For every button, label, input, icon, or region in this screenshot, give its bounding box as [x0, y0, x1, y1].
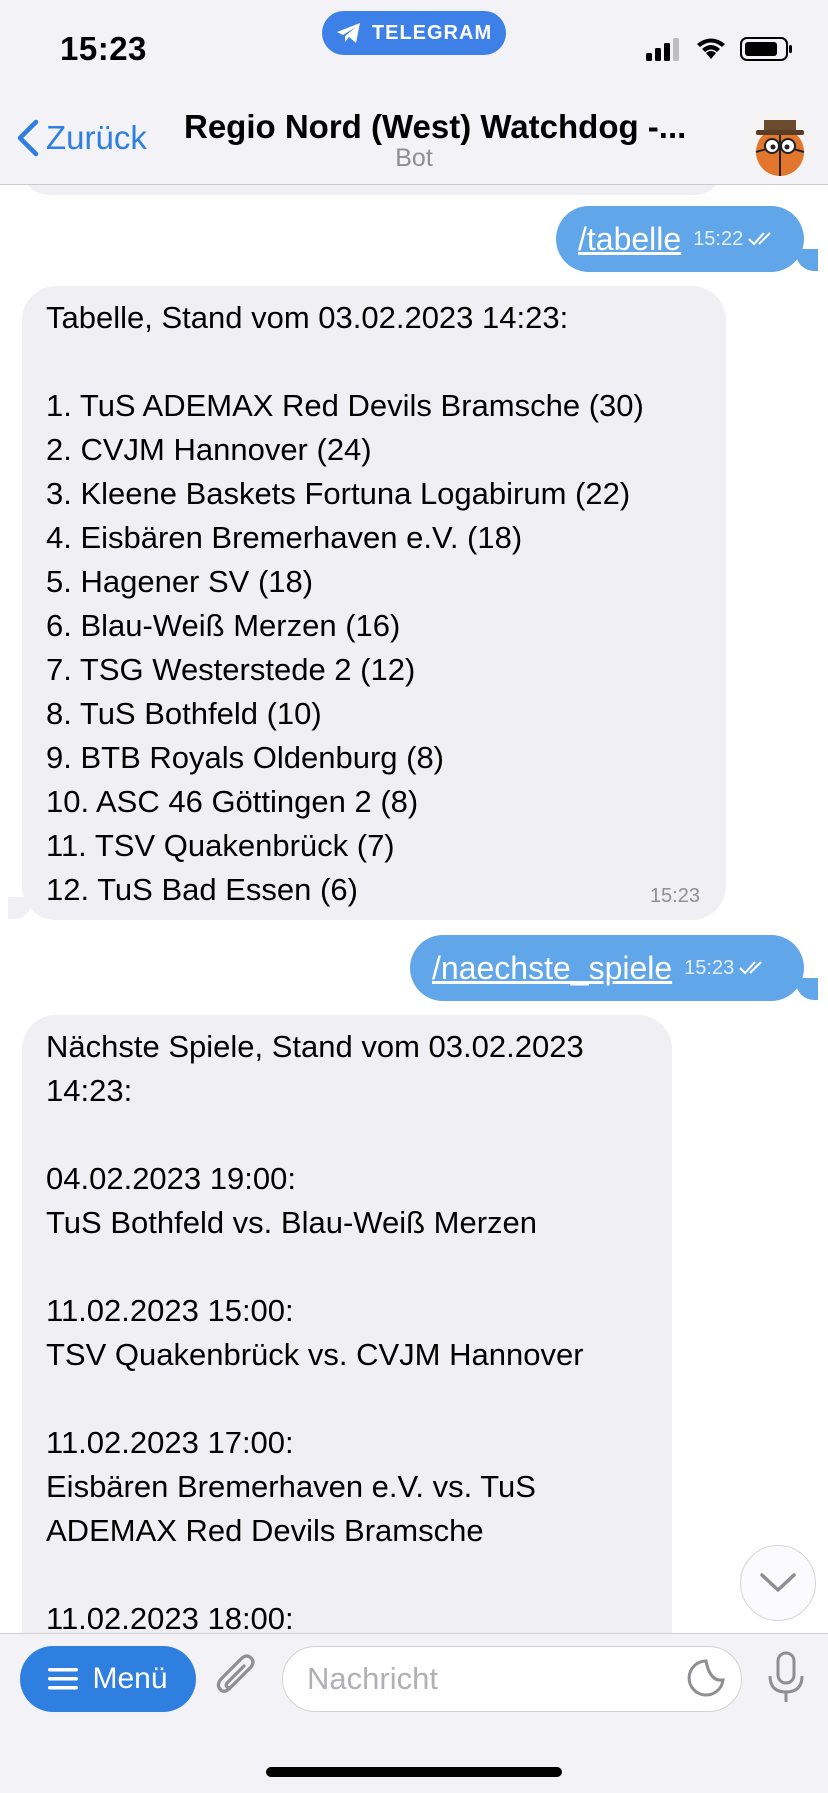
- message-line: 11. TSV Quakenbrück (7): [46, 828, 395, 863]
- chevron-down-icon: [760, 1573, 796, 1592]
- status-icons: [646, 36, 794, 62]
- back-button[interactable]: Zurück: [14, 118, 147, 158]
- chat-messages[interactable]: /tabelle 15:22 Tabelle, Stand vom 03.02.…: [0, 185, 828, 1633]
- message-input[interactable]: [282, 1646, 742, 1712]
- status-time: 15:23: [60, 30, 147, 67]
- message-line: 10. ASC 46 Göttingen 2 (8): [46, 784, 419, 819]
- message-line: 8. TuS Bothfeld (10): [46, 696, 322, 731]
- message-line: 2. CVJM Hannover (24): [46, 432, 372, 467]
- message-line: 04.02.2023 19:00:: [46, 1161, 296, 1196]
- menu-button[interactable]: Menü: [20, 1646, 196, 1712]
- double-check-icon: [739, 961, 762, 975]
- battery-icon: [740, 37, 792, 61]
- chat-header: Zurück Regio Nord (West) Watchdog -... B…: [0, 100, 828, 185]
- detective-basketball-avatar-icon: [755, 120, 805, 176]
- back-label: Zurück: [46, 119, 147, 156]
- menu-label: Menü: [92, 1662, 168, 1695]
- message-line: Tabelle, Stand vom 03.02.2023 14:23:: [46, 300, 569, 335]
- message-line: 11.02.2023 15:00:: [46, 1293, 294, 1328]
- home-indicator: [266, 1767, 562, 1777]
- double-check-icon: [748, 232, 771, 246]
- command-link[interactable]: /tabelle: [578, 221, 681, 258]
- telegram-logo-icon: [336, 23, 360, 43]
- bubble-tail: [8, 897, 32, 919]
- chevron-left-icon: [17, 119, 39, 157]
- status-bar: 15:23 TELEGRAM: [0, 0, 828, 100]
- message-meta: 15:22: [693, 228, 777, 251]
- message-line: 6. Blau-Weiß Merzen (16): [46, 608, 401, 643]
- message-line: TSV Quakenbrück vs. CVJM Hannover: [46, 1337, 584, 1372]
- message-line: 4. Eisbären Bremerhaven e.V. (18): [46, 520, 523, 555]
- message-line: ADEMAX Red Devils Bramsche: [46, 1513, 484, 1548]
- paperclip-icon[interactable]: [214, 1654, 260, 1704]
- message-meta: 15:23: [684, 957, 768, 980]
- message-line: 7. TSG Westerstede 2 (12): [46, 652, 416, 687]
- incoming-message-games[interactable]: Nächste Spiele, Stand vom 03.02.2023 14:…: [22, 1015, 672, 1633]
- previous-message-bubble: [20, 185, 724, 195]
- signal-icon: [646, 38, 679, 61]
- message-line: 9. BTB Royals Oldenburg (8): [46, 740, 445, 775]
- message-line: 3. Kleene Baskets Fortuna Logabirum (22): [46, 476, 631, 511]
- telegram-banner[interactable]: TELEGRAM: [322, 11, 506, 55]
- incoming-message-table[interactable]: Tabelle, Stand vom 03.02.2023 14:23: 1. …: [22, 286, 726, 920]
- wifi-icon: [697, 38, 725, 59]
- message-line: [46, 1377, 650, 1421]
- chat-subtitle: Bot: [395, 144, 433, 172]
- message-line: TuS Bothfeld vs. Blau-Weiß Merzen: [46, 1205, 538, 1240]
- telegram-banner-label: TELEGRAM: [371, 21, 493, 44]
- message-line: 11.02.2023 17:00:: [46, 1425, 294, 1460]
- sticker-icon[interactable]: [686, 1658, 726, 1698]
- scroll-down-button[interactable]: [740, 1545, 816, 1621]
- chat-title[interactable]: Regio Nord (West) Watchdog -...: [184, 108, 704, 146]
- message-line: 11.02.2023 18:00:: [46, 1601, 294, 1633]
- message-line: 12. TuS Bad Essen (6): [46, 872, 358, 907]
- message-time: 15:23: [649, 885, 700, 907]
- message-line: [46, 340, 704, 384]
- message-time: 15:23: [684, 956, 735, 979]
- message-line: 1. TuS ADEMAX Red Devils Bramsche (30): [46, 388, 644, 423]
- message-line: Eisbären Bremerhaven e.V. vs. TuS: [46, 1469, 536, 1504]
- message-line: [46, 1113, 650, 1157]
- command-link[interactable]: /naechste_spiele: [432, 950, 672, 987]
- message-line: [46, 1245, 650, 1289]
- bot-avatar[interactable]: [744, 106, 816, 178]
- message-line: [46, 1553, 650, 1597]
- message-time: 15:22: [693, 227, 744, 250]
- message-line: 5. Hagener SV (18): [46, 564, 314, 599]
- microphone-icon[interactable]: [764, 1650, 808, 1706]
- outgoing-message[interactable]: /tabelle 15:22: [556, 206, 804, 272]
- outgoing-message[interactable]: /naechste_spiele 15:23: [410, 935, 804, 1001]
- bubble-tail: [796, 978, 818, 1000]
- menu-icon: [48, 1668, 79, 1690]
- bubble-tail: [796, 249, 818, 271]
- message-line: 14:23:: [46, 1073, 133, 1108]
- message-line: Nächste Spiele, Stand vom 03.02.2023: [46, 1029, 584, 1064]
